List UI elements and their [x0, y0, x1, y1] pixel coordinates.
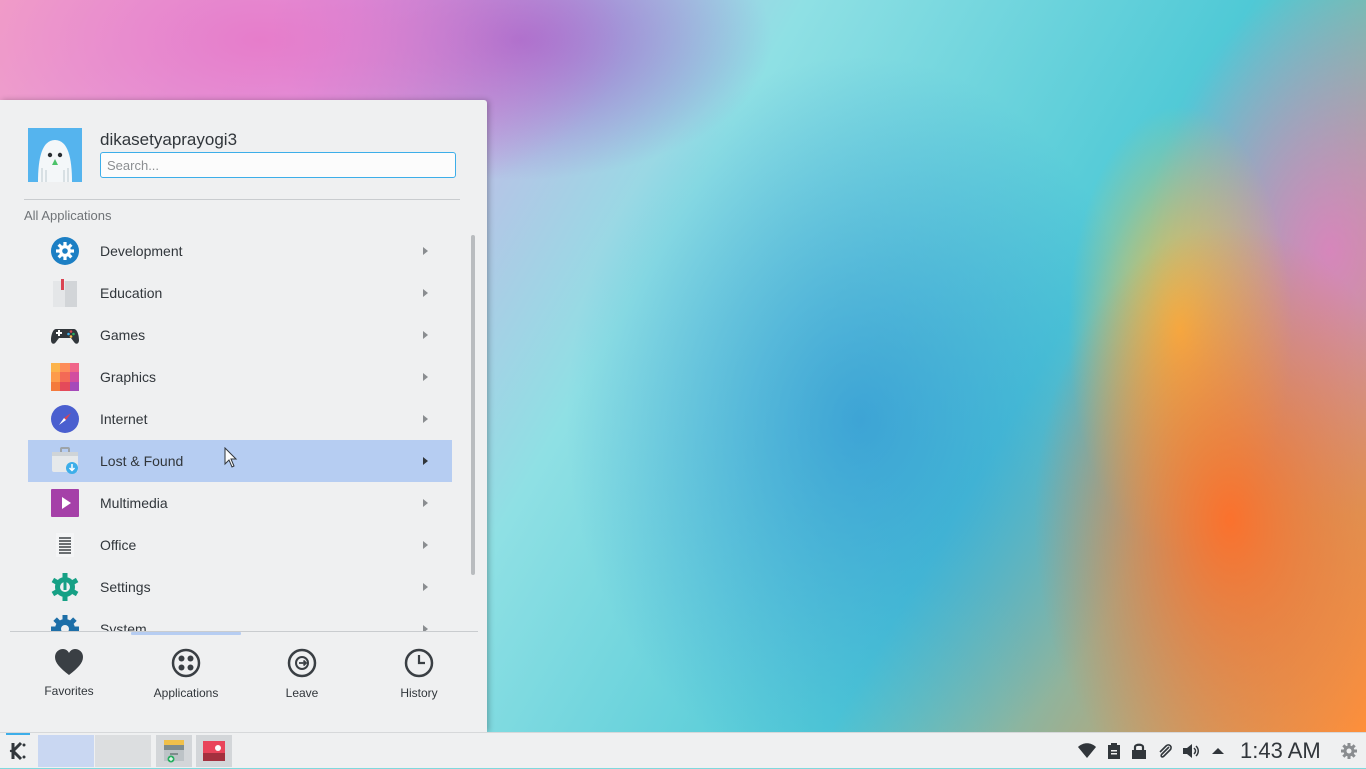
kde-logo-icon — [9, 741, 26, 761]
tab-leave[interactable]: Leave — [247, 648, 357, 700]
system-icon — [51, 615, 79, 632]
category-label: System — [100, 621, 147, 632]
tab-label: History — [400, 686, 438, 700]
mouse-cursor-icon — [224, 447, 238, 468]
leave-icon — [287, 648, 317, 678]
image-viewer-icon — [203, 741, 225, 761]
category-development[interactable]: Development — [28, 230, 452, 272]
category-label: Settings — [100, 579, 151, 595]
chevron-right-icon — [423, 247, 428, 255]
development-icon — [51, 237, 79, 265]
tab-label: Applications — [153, 686, 219, 700]
username-label: dikasetyaprayogi3 — [100, 130, 238, 149]
tabs-divider — [10, 631, 478, 632]
category-settings[interactable]: Settings — [28, 566, 452, 608]
list-scrollbar[interactable] — [471, 235, 475, 575]
wifi-icon[interactable] — [1078, 742, 1096, 760]
panel-settings-icon[interactable] — [1340, 742, 1358, 760]
category-label: Games — [100, 327, 146, 343]
chevron-right-icon — [423, 541, 428, 549]
search-input[interactable] — [100, 152, 456, 178]
category-system[interactable]: System — [28, 608, 452, 632]
category-games[interactable]: Games — [28, 314, 452, 356]
category-label: Internet — [100, 411, 148, 427]
category-label: Multimedia — [100, 495, 168, 511]
chevron-right-icon — [423, 415, 428, 423]
multimedia-icon — [51, 489, 79, 517]
expand-tray-icon[interactable] — [1209, 742, 1227, 760]
category-label: Office — [100, 537, 137, 553]
category-office[interactable]: Office — [28, 524, 452, 566]
category-label: Lost & Found — [100, 453, 184, 469]
category-lost-and-found[interactable]: Lost & Found — [28, 440, 452, 482]
gamepad-icon — [51, 321, 79, 349]
chevron-right-icon — [423, 373, 428, 381]
category-label: Education — [100, 285, 163, 301]
category-education[interactable]: Education — [28, 272, 452, 314]
application-launcher-button[interactable] — [4, 735, 32, 767]
applications-icon — [171, 648, 201, 678]
compass-icon — [51, 405, 79, 433]
category-label: Graphics — [100, 369, 157, 385]
file-manager-icon — [164, 740, 184, 763]
category-graphics[interactable]: Graphics — [28, 356, 452, 398]
paperclip-icon[interactable] — [1156, 742, 1174, 760]
task-file-manager[interactable] — [156, 735, 192, 767]
settings-icon — [51, 573, 79, 601]
user-avatar[interactable] — [28, 128, 82, 182]
taskbar: 1:43 AM — [0, 732, 1366, 768]
chevron-right-icon — [423, 331, 428, 339]
header-divider — [24, 199, 460, 200]
heart-icon — [55, 649, 83, 675]
category-multimedia[interactable]: Multimedia — [28, 482, 452, 524]
chevron-right-icon — [423, 289, 428, 297]
graphics-icon — [51, 363, 79, 391]
tab-history[interactable]: History — [364, 648, 474, 700]
application-launcher-menu: dikasetyaprayogi3 All Applications — [0, 100, 487, 732]
category-internet[interactable]: Internet — [28, 398, 452, 440]
tab-favorites[interactable]: Favorites — [14, 648, 124, 698]
tab-label: Favorites — [44, 684, 94, 698]
chevron-right-icon — [423, 457, 428, 465]
lock-icon[interactable] — [1130, 742, 1148, 760]
task-image-viewer[interactable] — [196, 735, 232, 767]
chevron-right-icon — [423, 583, 428, 591]
digital-clock[interactable]: 1:43 AM — [1240, 733, 1321, 769]
virtual-desktop-2[interactable] — [95, 735, 151, 767]
tab-label: Leave — [285, 686, 319, 700]
chevron-right-icon — [423, 499, 428, 507]
lost-found-icon — [51, 447, 79, 475]
clock-icon — [404, 648, 434, 678]
tab-applications[interactable]: Applications — [131, 648, 241, 700]
clipboard-icon[interactable] — [1105, 742, 1123, 760]
education-icon — [51, 279, 79, 307]
section-title: All Applications — [24, 208, 112, 223]
active-tab-indicator — [131, 632, 241, 635]
office-icon — [51, 531, 79, 559]
application-category-list: Development Education Games Graphics Int… — [28, 230, 452, 632]
volume-icon[interactable] — [1182, 742, 1200, 760]
virtual-desktop-1[interactable] — [38, 735, 94, 767]
category-label: Development — [100, 243, 183, 259]
